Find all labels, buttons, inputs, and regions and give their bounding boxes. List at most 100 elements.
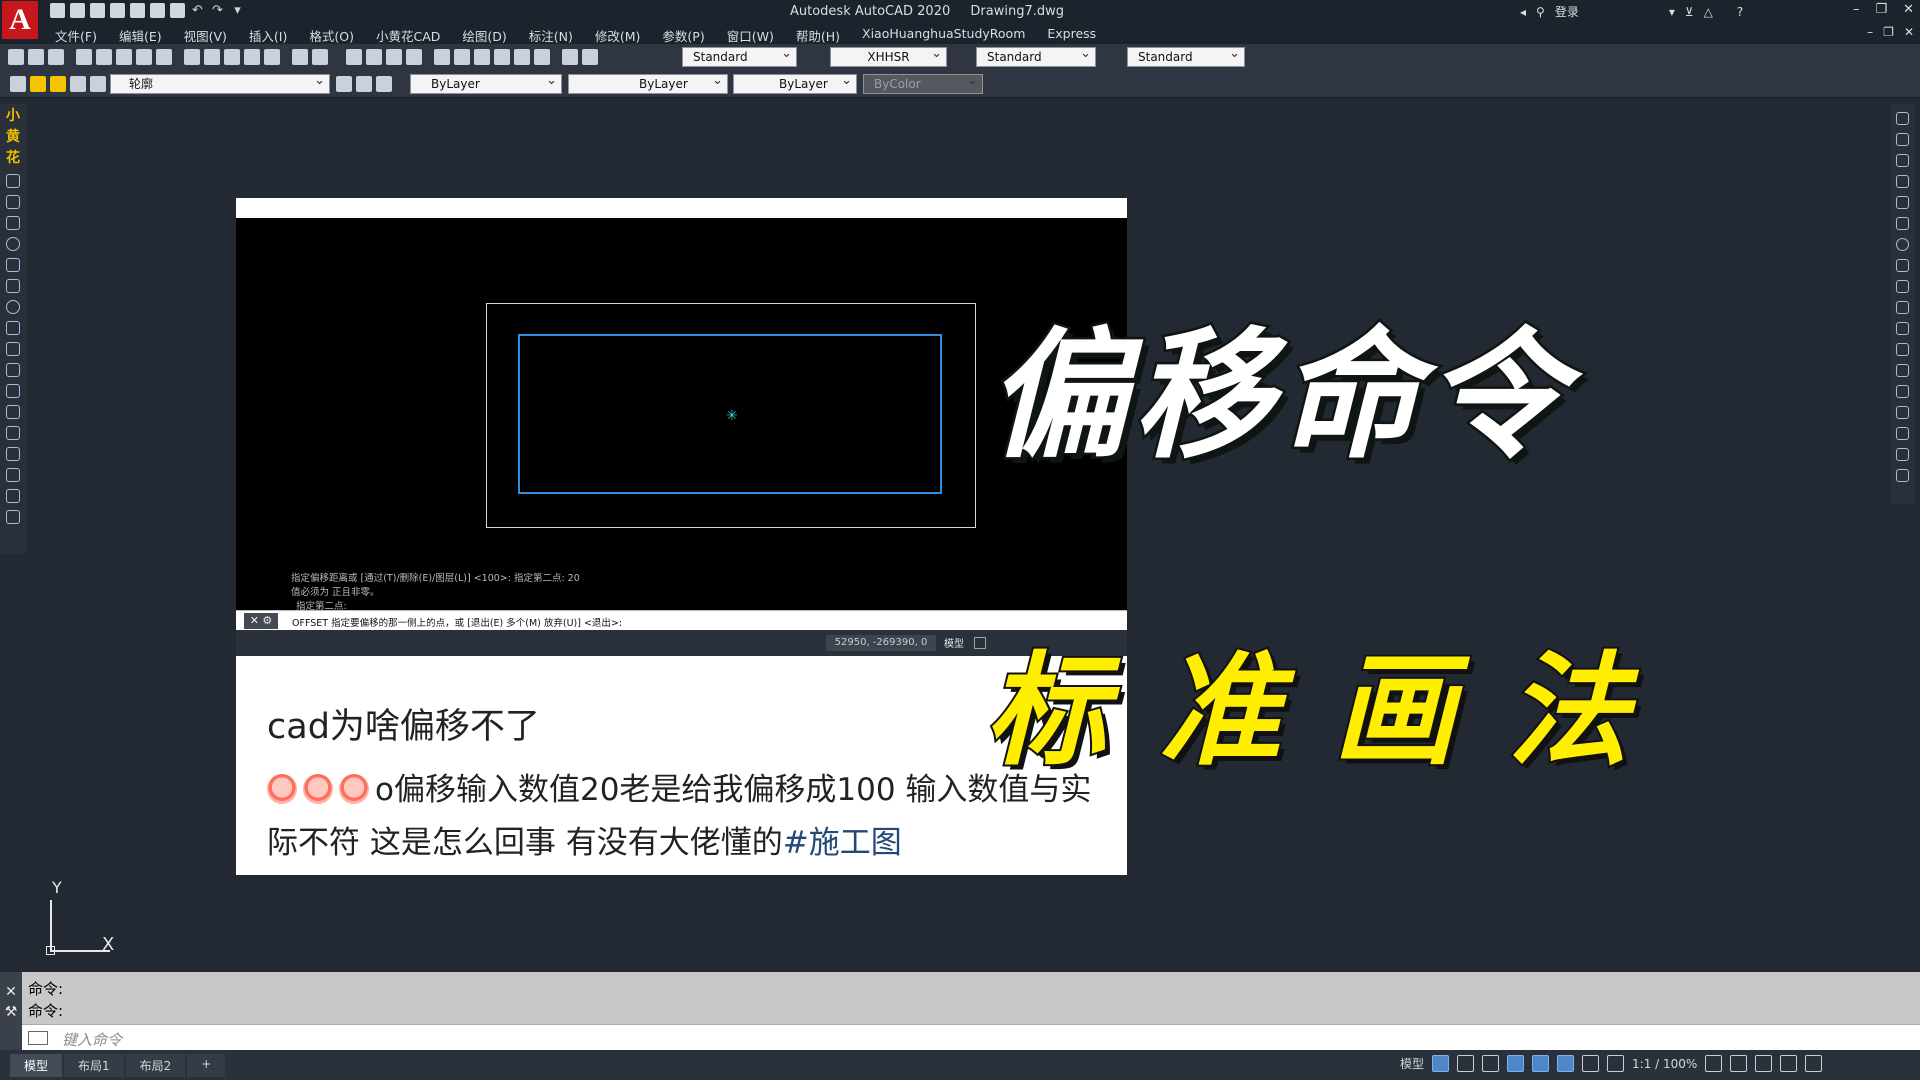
- menu-parametric[interactable]: 参数(P): [662, 26, 704, 45]
- annotation-visibility-icon[interactable]: [1582, 1055, 1600, 1072]
- doc-close-icon[interactable]: ✕: [1904, 25, 1914, 39]
- object-snap-icon[interactable]: [1532, 1055, 1550, 1072]
- save-as-icon[interactable]: [110, 3, 125, 18]
- break-icon[interactable]: [1895, 364, 1909, 377]
- color-select[interactable]: ByLayer: [410, 74, 562, 94]
- spline-icon[interactable]: [6, 279, 20, 293]
- annotation-monitor-icon[interactable]: [1730, 1055, 1748, 1072]
- layer-previous-icon[interactable]: [356, 76, 372, 92]
- lineweight-select[interactable]: ByLayer: [733, 74, 857, 94]
- make-block-icon[interactable]: [6, 363, 20, 377]
- xhh-tool-1[interactable]: 小: [4, 107, 22, 125]
- command-close-icon[interactable]: ✕: [0, 984, 22, 1000]
- layer-select[interactable]: 轮廓: [110, 74, 330, 94]
- redo-tool-icon[interactable]: [312, 49, 328, 65]
- web-mobile-icon[interactable]: [130, 3, 145, 18]
- menu-xhh-cad[interactable]: 小黄花CAD: [376, 26, 440, 45]
- arc-icon[interactable]: [6, 216, 20, 230]
- open-file-icon[interactable]: [28, 49, 44, 65]
- menu-view[interactable]: 视图(V): [184, 26, 227, 45]
- tab-model[interactable]: 模型: [10, 1054, 63, 1077]
- app-logo[interactable]: A: [2, 1, 38, 39]
- status-model-space[interactable]: 模型: [1400, 1055, 1424, 1072]
- save-web-icon[interactable]: [150, 3, 165, 18]
- redo-icon[interactable]: ↷: [210, 3, 225, 18]
- tab-layout1[interactable]: 布局1: [64, 1054, 124, 1077]
- doc-minimize-icon[interactable]: –: [1867, 25, 1873, 39]
- extend-icon[interactable]: [1895, 322, 1909, 335]
- sheet-set-icon[interactable]: [494, 49, 510, 65]
- text-style-icon[interactable]: [582, 49, 598, 65]
- ellipse-arc-icon[interactable]: [6, 321, 20, 335]
- design-center-icon[interactable]: [454, 49, 470, 65]
- explode-icon[interactable]: [1895, 469, 1909, 482]
- xhh-tool-3[interactable]: 花: [4, 149, 22, 167]
- blend-curves-icon[interactable]: [1895, 448, 1909, 461]
- new-icon[interactable]: [50, 3, 65, 18]
- layer-thaw-sun-icon[interactable]: [50, 76, 66, 92]
- annotation-scale[interactable]: 1:1 / 100%: [1632, 1057, 1697, 1071]
- markup-icon[interactable]: [514, 49, 530, 65]
- polar-tracking-icon[interactable]: [1507, 1055, 1525, 1072]
- help-tool-icon[interactable]: [562, 49, 578, 65]
- break-at-point-icon[interactable]: [1895, 343, 1909, 356]
- block-editor-icon[interactable]: [264, 49, 280, 65]
- gradient-icon[interactable]: [6, 426, 20, 440]
- undo-tool-icon[interactable]: [292, 49, 308, 65]
- calculator-icon[interactable]: [534, 49, 550, 65]
- menu-dimension[interactable]: 标注(N): [529, 26, 573, 45]
- cut-icon[interactable]: [184, 49, 200, 65]
- match-properties-icon[interactable]: [244, 49, 260, 65]
- undo-icon[interactable]: ↶: [190, 3, 205, 18]
- menu-insert[interactable]: 插入(I): [249, 26, 287, 45]
- menu-draw[interactable]: 绘图(D): [462, 26, 506, 45]
- text-style-select[interactable]: Standard: [682, 47, 797, 67]
- zoom-window-icon[interactable]: [386, 49, 402, 65]
- rotate-icon[interactable]: [1895, 238, 1909, 251]
- fillet-icon[interactable]: [1895, 427, 1909, 440]
- array-icon[interactable]: [1895, 196, 1909, 209]
- erase-icon[interactable]: [1895, 112, 1909, 125]
- point-icon[interactable]: [6, 384, 20, 398]
- info-arrow-icon[interactable]: ◂: [1520, 5, 1526, 19]
- plot-icon[interactable]: [170, 3, 185, 18]
- ellipse-icon[interactable]: [6, 300, 20, 314]
- menu-modify[interactable]: 修改(M): [595, 26, 641, 45]
- rectangle-icon[interactable]: [6, 195, 20, 209]
- customization-icon[interactable]: [1805, 1055, 1823, 1072]
- chamfer-icon[interactable]: [1895, 406, 1909, 419]
- open-icon[interactable]: [70, 3, 85, 18]
- move-icon[interactable]: [1895, 217, 1909, 230]
- snap-mode-icon[interactable]: [1457, 1055, 1475, 1072]
- xhh-tool-2[interactable]: 黄: [4, 128, 22, 146]
- network-icon[interactable]: △: [1704, 5, 1713, 19]
- clean-screen-icon[interactable]: [1780, 1055, 1798, 1072]
- multileader-style-select[interactable]: Standard: [1127, 47, 1245, 67]
- insert-block-icon[interactable]: [6, 342, 20, 356]
- user-icon[interactable]: ⚲: [1536, 5, 1545, 19]
- join-icon[interactable]: [1895, 385, 1909, 398]
- copy-object-icon[interactable]: [1895, 133, 1909, 146]
- offset-icon[interactable]: [1895, 175, 1909, 188]
- pan-icon[interactable]: [346, 49, 362, 65]
- revcloud-icon[interactable]: [6, 258, 20, 272]
- stretch-icon[interactable]: [1895, 280, 1909, 293]
- mirror-icon[interactable]: [1895, 154, 1909, 167]
- dim-style-select[interactable]: XHHSR: [830, 47, 947, 67]
- command-input[interactable]: 键入命令: [22, 1024, 1920, 1050]
- layer-states-icon[interactable]: [376, 76, 392, 92]
- isolate-objects-icon[interactable]: [1755, 1055, 1773, 1072]
- close-icon[interactable]: ✕: [1903, 2, 1914, 17]
- circle-icon[interactable]: [6, 237, 20, 251]
- login-dropdown-icon[interactable]: ▾: [1669, 5, 1675, 19]
- layer-lock-icon[interactable]: [70, 76, 86, 92]
- publish-icon[interactable]: [116, 49, 132, 65]
- qnew-icon[interactable]: [8, 49, 24, 65]
- menu-help[interactable]: 帮助(H): [796, 26, 840, 45]
- doc-restore-icon[interactable]: ❐: [1883, 25, 1894, 39]
- zoom-realtime-icon[interactable]: [366, 49, 382, 65]
- add-layout-button[interactable]: +: [187, 1054, 226, 1077]
- menu-window[interactable]: 窗口(W): [727, 26, 774, 45]
- region-icon[interactable]: [6, 447, 20, 461]
- hatch-icon[interactable]: [6, 405, 20, 419]
